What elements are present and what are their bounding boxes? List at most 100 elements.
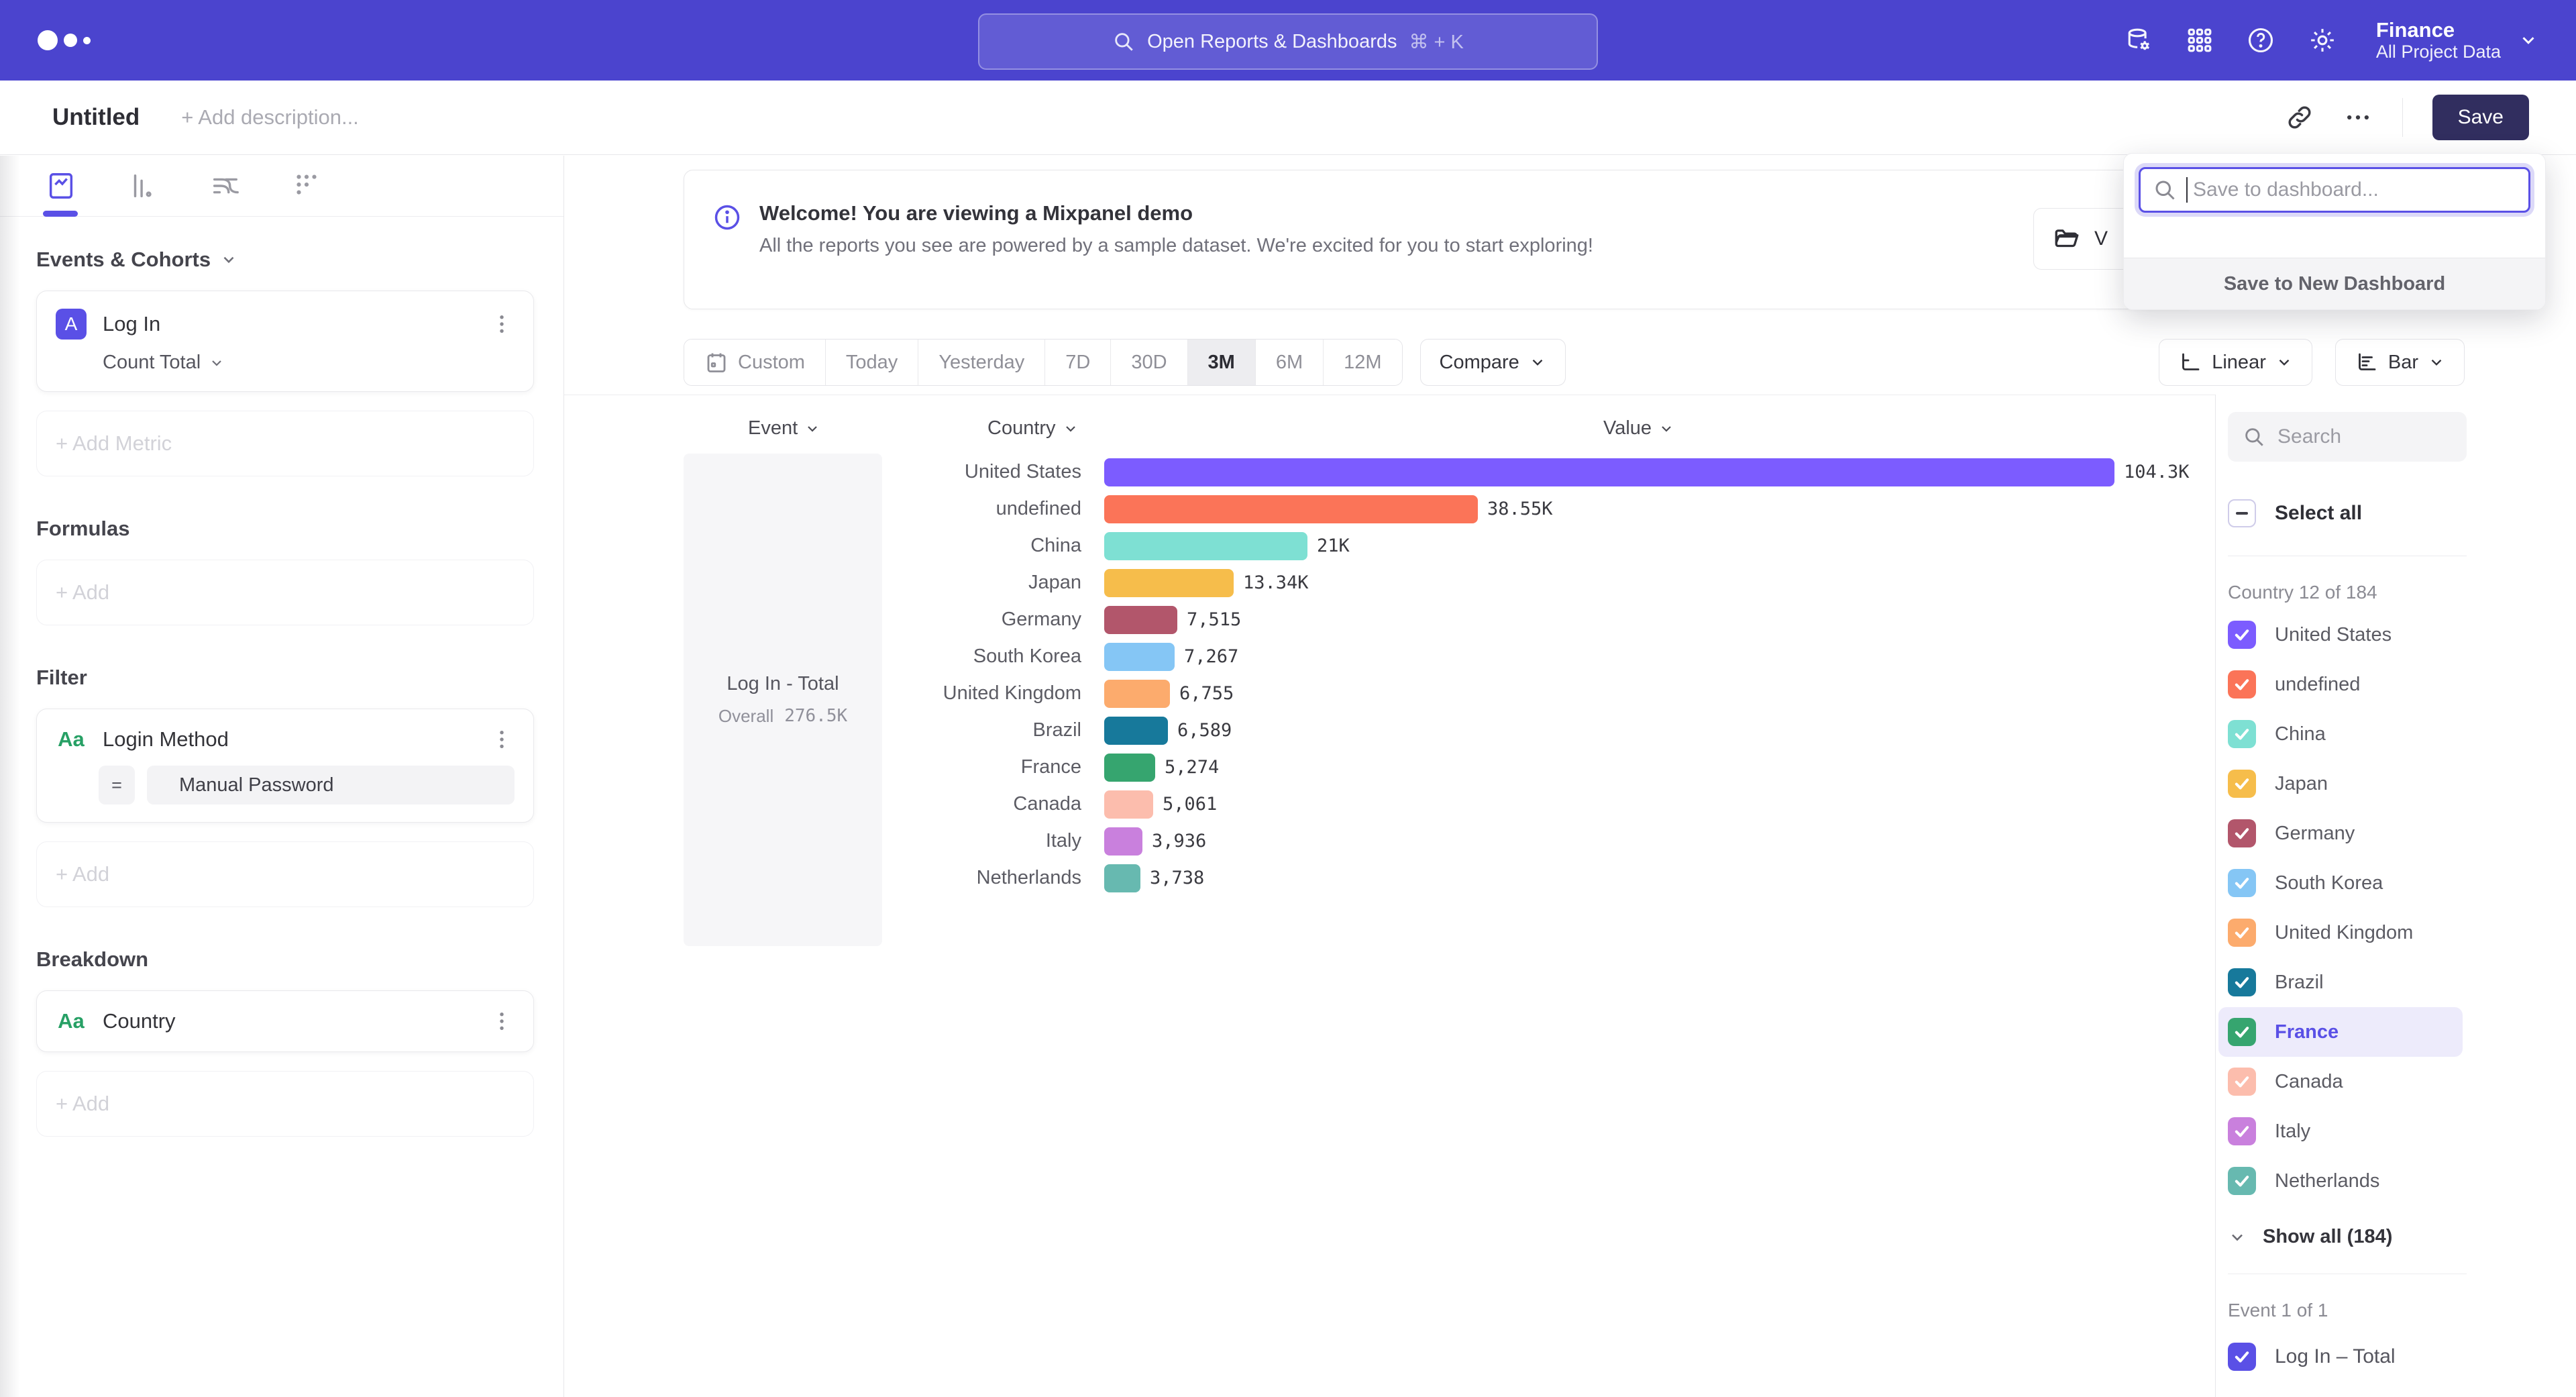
- bar-label: Canada: [882, 793, 1081, 815]
- checkbox-undefined-checked[interactable]: [2228, 670, 2256, 698]
- event-card[interactable]: A Log In Count Total: [36, 291, 534, 392]
- filter-property-name[interactable]: Login Method: [103, 727, 229, 752]
- date-range-6m[interactable]: 6M: [1256, 340, 1324, 385]
- report-title[interactable]: Untitled: [52, 104, 140, 131]
- checkbox-france-checked[interactable]: [2228, 1018, 2256, 1046]
- legend-row-china[interactable]: China: [2218, 709, 2463, 759]
- chart-type-selector[interactable]: Bar: [2335, 339, 2465, 386]
- add-description[interactable]: + Add description...: [181, 105, 359, 130]
- breakdown-card[interactable]: Aa Country: [36, 990, 534, 1052]
- add-formula-button[interactable]: + Add: [36, 560, 534, 625]
- legend-label: undefined: [2275, 674, 2360, 696]
- legend-row-italy[interactable]: Italy: [2218, 1106, 2463, 1156]
- copy-link-icon[interactable]: [2286, 103, 2314, 132]
- date-range-custom[interactable]: Custom: [684, 340, 826, 385]
- breakdown-property-name[interactable]: Country: [103, 1009, 176, 1033]
- bar-brazil[interactable]: [1104, 717, 1168, 745]
- event-name[interactable]: Log In: [103, 312, 160, 336]
- bar-canada[interactable]: [1104, 790, 1153, 819]
- events-cohorts-heading[interactable]: Events & Cohorts: [36, 248, 534, 272]
- checkbox-united-kingdom-checked[interactable]: [2228, 919, 2256, 947]
- legend-row-canada[interactable]: Canada: [2218, 1057, 2463, 1106]
- kebab-menu-icon[interactable]: [489, 727, 515, 752]
- bar-value: 5,061: [1163, 794, 1217, 815]
- legend-row-united-states[interactable]: United States: [2218, 610, 2463, 660]
- date-range-30d[interactable]: 30D: [1111, 340, 1187, 385]
- checkbox-netherlands-checked[interactable]: [2228, 1167, 2256, 1195]
- date-range-3m[interactable]: 3M: [1188, 340, 1256, 385]
- bar-south-korea[interactable]: [1104, 643, 1175, 671]
- legend-search-input[interactable]: Search: [2228, 412, 2467, 462]
- legend-row-united-kingdom[interactable]: United Kingdom: [2218, 908, 2463, 958]
- bar-italy[interactable]: [1104, 827, 1142, 856]
- scale-selector[interactable]: Linear: [2159, 339, 2312, 386]
- filter-operator[interactable]: =: [99, 766, 135, 805]
- tab-retention[interactable]: [291, 156, 322, 216]
- save-button[interactable]: Save: [2432, 95, 2529, 140]
- add-metric-button[interactable]: + Add Metric: [36, 411, 534, 476]
- filter-card[interactable]: Aa Login Method = Manual Password: [36, 709, 534, 823]
- settings-gear-icon[interactable]: [2308, 25, 2337, 55]
- checkbox-canada-checked[interactable]: [2228, 1068, 2256, 1096]
- checkbox-brazil-checked[interactable]: [2228, 968, 2256, 996]
- legend-row-undefined[interactable]: undefined: [2218, 660, 2463, 709]
- legend-row-south-korea[interactable]: South Korea: [2218, 858, 2463, 908]
- apps-grid-icon[interactable]: [2186, 26, 2214, 54]
- more-options-icon[interactable]: [2343, 103, 2373, 132]
- add-breakdown-button[interactable]: + Add: [36, 1071, 534, 1137]
- data-management-icon[interactable]: [2124, 25, 2153, 55]
- date-range-7d[interactable]: 7D: [1045, 340, 1111, 385]
- legend-label: Netherlands: [2275, 1170, 2379, 1192]
- filter-value[interactable]: Manual Password: [147, 766, 515, 805]
- select-all-checkbox-indeterminate[interactable]: [2228, 499, 2256, 527]
- aggregation-selector[interactable]: Count Total: [103, 352, 515, 374]
- legend-row-brazil[interactable]: Brazil: [2218, 958, 2463, 1007]
- legend-row-germany[interactable]: Germany: [2218, 809, 2463, 858]
- project-name: Finance: [2376, 18, 2501, 42]
- project-switcher[interactable]: Finance All Project Data: [2376, 18, 2538, 63]
- date-range-controls: CustomTodayYesterday7D30D3M6M12M Compare: [684, 339, 1566, 386]
- legend-row-france[interactable]: France: [2218, 1007, 2463, 1057]
- bar-france[interactable]: [1104, 754, 1155, 782]
- show-all-button[interactable]: Show all (184): [2228, 1226, 2576, 1248]
- legend-row-japan[interactable]: Japan: [2218, 759, 2463, 809]
- column-header-value[interactable]: Value: [1603, 417, 1674, 439]
- bar-japan[interactable]: [1104, 569, 1234, 597]
- tab-funnels[interactable]: [127, 156, 158, 216]
- checkbox-united-states-checked[interactable]: [2228, 621, 2256, 649]
- checkbox-china-checked[interactable]: [2228, 720, 2256, 748]
- bar-united-kingdom[interactable]: [1104, 680, 1170, 708]
- legend-row-netherlands[interactable]: Netherlands: [2218, 1156, 2463, 1206]
- tab-flows[interactable]: [209, 156, 240, 216]
- help-icon[interactable]: [2246, 25, 2275, 55]
- compare-button[interactable]: Compare: [1420, 339, 1566, 386]
- event-checkbox-checked[interactable]: [2228, 1343, 2256, 1371]
- event-legend-row[interactable]: Log In – Total: [2228, 1332, 2576, 1382]
- bar-united-states[interactable]: [1104, 458, 2114, 486]
- checkbox-south-korea-checked[interactable]: [2228, 869, 2256, 897]
- bar-germany[interactable]: [1104, 606, 1177, 634]
- mixpanel-logo-icon[interactable]: [38, 30, 91, 50]
- checkbox-italy-checked[interactable]: [2228, 1117, 2256, 1145]
- bar-undefined[interactable]: [1104, 495, 1478, 523]
- save-dashboard-search-input[interactable]: Save to dashboard...: [2139, 167, 2530, 213]
- date-range-today[interactable]: Today: [826, 340, 918, 385]
- add-filter-button[interactable]: + Add: [36, 841, 534, 907]
- checkbox-germany-checked[interactable]: [2228, 819, 2256, 847]
- select-all-row[interactable]: Select all: [2228, 499, 2576, 527]
- checkbox-japan-checked[interactable]: [2228, 770, 2256, 798]
- save-to-new-dashboard-button[interactable]: Save to New Dashboard: [2124, 258, 2545, 309]
- global-search[interactable]: Open Reports & Dashboards ⌘ + K: [978, 13, 1598, 70]
- bar-china[interactable]: [1104, 532, 1307, 560]
- chart-row-canada: Canada 5,061: [882, 786, 2210, 823]
- chevron-down-icon: [209, 355, 225, 371]
- bar-netherlands[interactable]: [1104, 864, 1140, 892]
- column-header-country[interactable]: Country: [987, 417, 1079, 439]
- calendar-icon: [704, 350, 729, 374]
- date-range-yesterday[interactable]: Yesterday: [918, 340, 1045, 385]
- kebab-menu-icon[interactable]: [489, 1008, 515, 1034]
- column-header-event[interactable]: Event: [748, 417, 820, 439]
- date-range-12m[interactable]: 12M: [1324, 340, 1401, 385]
- tab-insights[interactable]: [46, 156, 76, 216]
- kebab-menu-icon[interactable]: [489, 311, 515, 337]
